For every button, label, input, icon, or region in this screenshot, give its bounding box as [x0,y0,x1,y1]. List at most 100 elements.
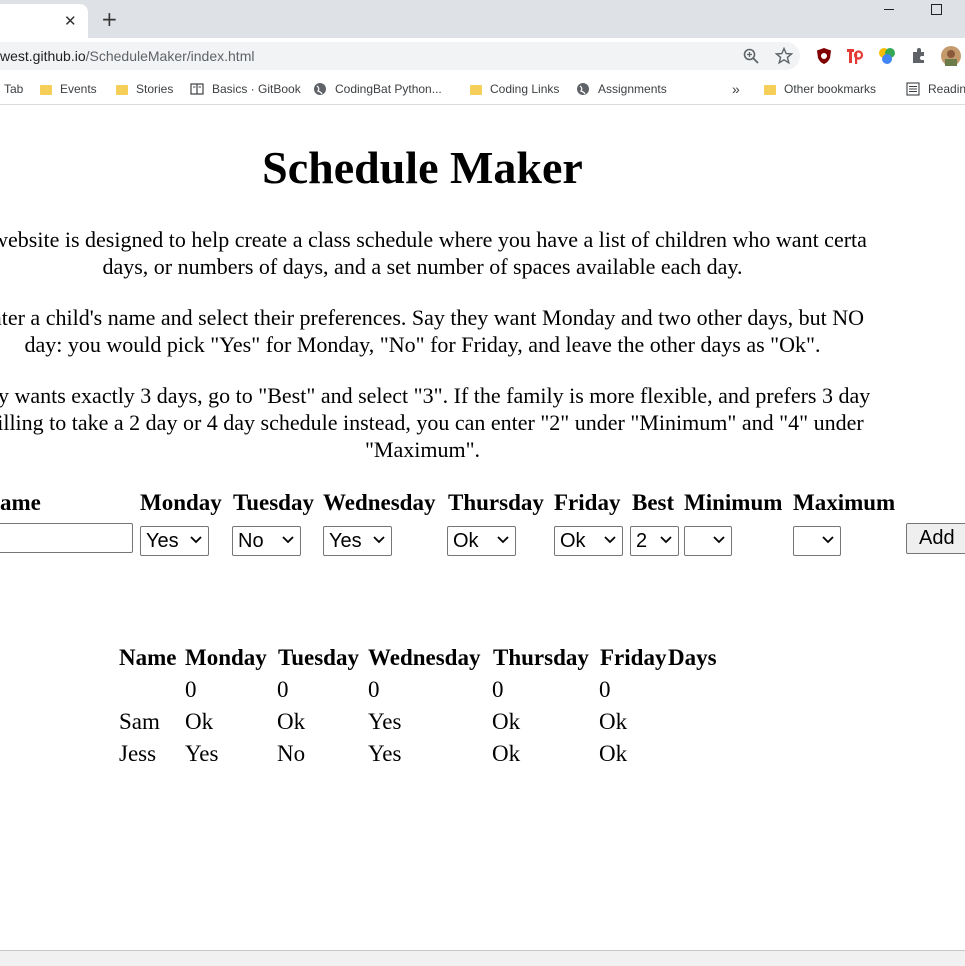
header-minimum: Minimum [684,490,783,515]
ublock-extension-icon[interactable] [815,47,833,65]
intro-paragraph: s website is designed to help create a c… [0,226,875,280]
text-line: s website is designed to help create a c… [0,227,867,252]
best-select[interactable]: 2 [630,526,679,556]
select-value: Yes [146,529,179,552]
table-cell: No [277,741,306,766]
page-content: Schedule Maker s website is designed to … [0,105,965,950]
total-tuesday: 0 [277,677,289,702]
bookmark-label: Tab [4,82,24,96]
bookmark-label: Basics · GitBook [212,82,301,96]
book-icon [190,83,204,95]
maximum-select[interactable] [793,526,841,556]
select-value: Ok [560,529,586,552]
reading-list-icon [906,82,920,96]
table-cell: Jess [119,741,157,766]
bookmark-label: Readin [928,82,965,96]
text-line: "Maximum". [364,437,481,462]
tp-extension-icon[interactable] [846,47,864,65]
thursday-select[interactable]: Ok [447,526,516,556]
header-friday: Friday [554,490,621,515]
header-monday: Monday [140,490,222,515]
url-text[interactable]: west.github.io/ScheduleMaker/index.html [0,48,254,64]
schedule-header-name: Name [119,645,177,670]
bookmarks-overflow-button[interactable]: » [732,80,740,98]
chevron-down-icon [373,536,385,544]
minimize-icon[interactable] [884,9,894,10]
colorful-extension-icon[interactable] [878,47,896,65]
header-wednesday: Wednesday [323,490,436,515]
monday-select[interactable]: Yes [140,526,209,556]
url-path: /ScheduleMaker/index.html [85,48,255,64]
chevron-down-icon [604,536,616,544]
url-host: west.github.io [0,48,86,64]
table-cell: Yes [368,709,402,734]
zoom-icon[interactable] [743,48,759,64]
browser-tab[interactable]: ✕ [0,4,88,38]
schedule-header-friday: Friday [600,645,667,670]
bookmark-star-icon[interactable] [775,47,793,65]
wednesday-select[interactable]: Yes [323,526,392,556]
text-line: day: you would pick "Yes" for Monday, "N… [24,332,821,357]
add-button[interactable]: Add [906,523,965,554]
header-maximum: Maximum [793,490,896,515]
page-title: Schedule Maker [262,142,583,193]
text-line: willing to take a 2 day or 4 day schedul… [0,410,864,435]
folder-icon [764,85,776,95]
tuesday-select[interactable]: No [232,526,301,556]
maximize-icon[interactable] [931,4,942,15]
header-tuesday: Tuesday [233,490,314,515]
bookmark-label: CodingBat Python... [335,82,442,96]
bookmark-coding-links[interactable]: Coding Links [470,80,559,98]
close-tab-icon[interactable]: ✕ [64,12,77,30]
table-cell: Ok [492,741,521,766]
bookmark-events[interactable]: Events [40,80,97,98]
new-tab-icon[interactable]: + [101,7,118,31]
globe-icon [314,83,326,95]
schedule-header-days: Days [668,645,717,670]
bookmark-tab[interactable]: Tab [4,80,23,98]
extensions-puzzle-icon[interactable] [910,47,928,65]
total-friday: 0 [599,677,611,702]
table-cell: Ok [599,741,628,766]
window-bottom-edge [0,950,965,966]
select-value: Yes [329,529,362,552]
bookmark-stories[interactable]: Stories [116,80,173,98]
bookmark-label: Coding Links [490,82,560,96]
instructions-paragraph: enter a child's name and select their pr… [0,304,875,358]
table-cell: Yes [185,741,219,766]
text-line: enter a child's name and select their pr… [0,305,865,330]
bookmark-label: Assignments [598,82,667,96]
bookmark-label: Other bookmarks [784,82,877,96]
folder-icon [470,85,482,95]
chevron-down-icon [660,536,672,544]
header-thursday: Thursday [448,490,544,515]
select-value: No [238,529,264,552]
schedule-header-monday: Monday [185,645,267,670]
child-name-input[interactable] [0,523,133,553]
table-cell: Ok [492,709,521,734]
total-thursday: 0 [492,677,504,702]
chevron-down-icon [713,536,725,544]
table-cell: Ok [185,709,214,734]
bookmark-gitbook[interactable]: Basics · GitBook [190,80,301,98]
friday-select[interactable]: Ok [554,526,623,556]
flexibility-paragraph: nily wants exactly 3 days, go to "Best" … [0,382,875,463]
profile-avatar-icon[interactable] [941,46,961,66]
bookmark-assignments[interactable]: Assignments [576,80,667,98]
other-bookmarks[interactable]: Other bookmarks [764,80,876,98]
folder-icon [40,85,52,95]
table-cell: Sam [119,709,160,734]
chevron-down-icon [190,536,202,544]
chevron-down-icon [282,536,294,544]
schedule-header-wednesday: Wednesday [368,645,481,670]
chevron-down-icon [497,536,509,544]
text-line: days, or numbers of days, and a set numb… [102,254,743,279]
header-name: ame [0,490,41,515]
reading-list[interactable]: Readin [906,80,965,98]
schedule-header-tuesday: Tuesday [278,645,359,670]
chevron-down-icon [822,536,834,544]
bookmark-codingbat[interactable]: CodingBat Python... [313,80,442,98]
minimum-select[interactable] [684,526,732,556]
globe-icon [577,83,589,95]
text-line: nily wants exactly 3 days, go to "Best" … [0,383,871,408]
